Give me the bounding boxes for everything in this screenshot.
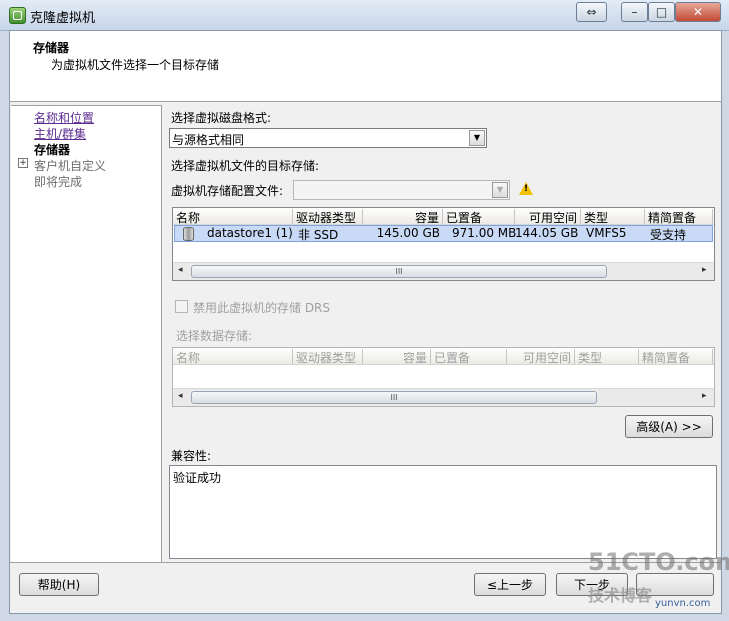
help-button[interactable]: 帮助(H) (19, 573, 99, 596)
select-datastore-label: 选择数据存储: (176, 329, 253, 343)
datastore-provisioned: 971.00 MB (452, 226, 517, 240)
datastore-icon (183, 227, 194, 242)
column-header: 类型 (575, 349, 639, 365)
column-header[interactable]: 名称 (173, 209, 293, 225)
storage-profile-dropdown[interactable]: ▼ (293, 180, 510, 200)
column-header[interactable]: 可用空间 (515, 209, 581, 225)
scroll-left-icon: ◂ (178, 391, 183, 401)
wizard-nav: 名称和位置 主机/群集 存储器 + 客户机自定义 即将完成 (11, 105, 162, 562)
vm-storage-profile-label: 虚拟机存储配置文件: (171, 184, 284, 198)
compatibility-label: 兼容性: (171, 449, 212, 463)
table-header: 名称 驱动器类型 容量 已置备 可用空间 类型 精简置备 (173, 348, 714, 365)
disk-format-dropdown[interactable]: 与源格式相同 ▼ (169, 128, 487, 148)
warning-icon: ! (519, 182, 533, 195)
dialog-client: 存储器 为虚拟机文件选择一个目标存储 名称和位置 主机/群集 存储器 + 客户机… (9, 30, 722, 614)
datastore-table[interactable]: 名称 驱动器类型 容量 已置备 可用空间 类型 精简置备 datastore1 … (172, 207, 715, 281)
chevron-down-icon[interactable]: ▼ (492, 182, 508, 198)
select-datastore-table: 名称 驱动器类型 容量 已置备 可用空间 类型 精简置备 ◂ III ▸ (172, 347, 715, 407)
column-header: 可用空间 (507, 349, 575, 365)
minimize-button[interactable]: – (621, 2, 648, 22)
scroll-thumb[interactable]: III (191, 265, 607, 278)
watermark-site: yunvn.com (655, 598, 711, 609)
datastore-thin: 受支持 (650, 228, 687, 242)
chevron-down-icon[interactable]: ▼ (469, 130, 485, 146)
disk-format-label: 选择虚拟磁盘格式: (171, 111, 272, 125)
column-header: 已置备 (431, 349, 507, 365)
nav-item-host-cluster[interactable]: 主机/群集 (34, 125, 86, 142)
wizard-header: 存储器 为虚拟机文件选择一个目标存储 (10, 31, 721, 102)
maximize-button[interactable]: □ (648, 2, 675, 22)
scroll-right-icon: ▸ (702, 391, 707, 401)
scroll-right-icon[interactable]: ▸ (702, 265, 707, 275)
disable-drs-label: 禁用此虚拟机的存储 DRS (193, 301, 331, 315)
advanced-button[interactable]: 高级(A) >> (625, 415, 713, 438)
back-button[interactable]: ≤上一步 (474, 573, 546, 596)
horizontal-scrollbar[interactable]: ◂ III ▸ (173, 262, 714, 280)
compatibility-value: 验证成功 (173, 471, 222, 485)
column-header: 精简置备 (639, 349, 713, 365)
column-header: 驱动器类型 (293, 349, 363, 365)
column-header[interactable]: 驱动器类型 (293, 209, 363, 225)
scroll-left-icon[interactable]: ◂ (178, 265, 183, 275)
datastore-type: VMFS5 (586, 226, 627, 240)
page-subtitle: 为虚拟机文件选择一个目标存储 (51, 58, 220, 72)
target-storage-label: 选择虚拟机文件的目标存储: (171, 159, 320, 173)
datastore-drive-type: 非 SSD (298, 228, 339, 242)
restore-icon[interactable]: ⇔ (576, 2, 607, 22)
title-bar[interactable]: 克隆虚拟机 ⇔ – □ ✕ (0, 0, 729, 31)
scroll-thumb: III (191, 391, 597, 404)
column-header[interactable]: 已置备 (443, 209, 515, 225)
datastore-name: datastore1 (1) (207, 226, 293, 240)
column-header: 名称 (173, 349, 293, 365)
nav-item-storage: 存储器 (34, 143, 71, 157)
nav-item-name-location[interactable]: 名称和位置 (34, 109, 94, 126)
compatibility-box[interactable]: 验证成功 (169, 465, 717, 559)
close-button[interactable]: ✕ (675, 2, 721, 22)
disable-drs-checkbox (175, 300, 188, 313)
nav-item-ready-to-complete: 即将完成 (34, 175, 83, 189)
disk-format-value: 与源格式相同 (172, 133, 245, 147)
clone-vm-icon (9, 7, 26, 24)
column-header[interactable]: 精简置备 (645, 209, 713, 225)
expand-icon[interactable]: + (18, 158, 28, 168)
table-header: 名称 驱动器类型 容量 已置备 可用空间 类型 精简置备 (173, 208, 714, 225)
datastore-free: 144.05 GB (515, 226, 579, 240)
datastore-capacity: 145.00 GB (376, 226, 440, 240)
column-header: 容量 (363, 349, 431, 365)
watermark-blog: 技术博客 (588, 586, 653, 605)
watermark-logo: 51CTO.com (588, 548, 729, 576)
nav-item-guest-customization: 客户机自定义 (34, 159, 107, 173)
column-header[interactable]: 容量 (363, 209, 443, 225)
column-header[interactable]: 类型 (581, 209, 645, 225)
window-title: 克隆虚拟机 (30, 11, 96, 26)
horizontal-scrollbar: ◂ III ▸ (173, 388, 714, 406)
page-title: 存储器 (33, 41, 70, 55)
